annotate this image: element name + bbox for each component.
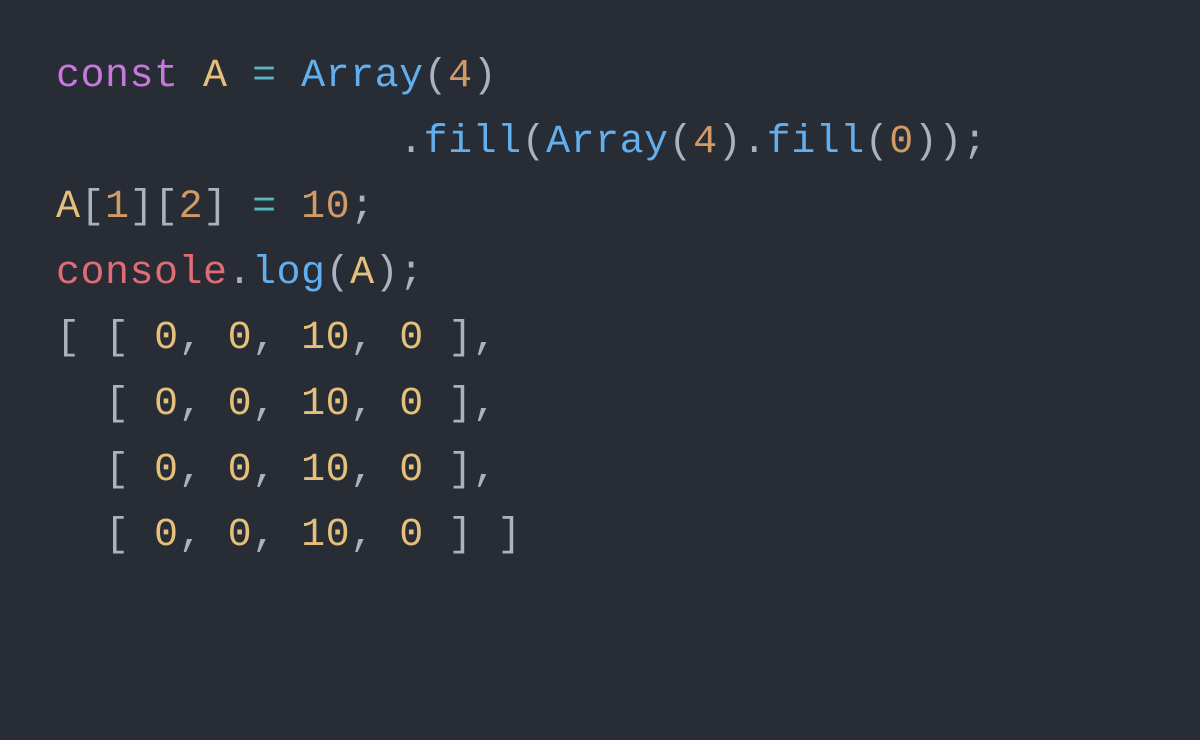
paren-close: ) bbox=[473, 54, 498, 99]
dot: . bbox=[742, 120, 767, 165]
fn-log: log bbox=[252, 251, 326, 296]
bracket-open: [ bbox=[81, 185, 106, 230]
paren-open: ( bbox=[865, 120, 890, 165]
identifier-A: A bbox=[203, 54, 228, 99]
fn-fill: fill bbox=[424, 120, 522, 165]
keyword-const: const bbox=[56, 54, 179, 99]
operator-assign: = bbox=[252, 185, 277, 230]
paren-open: ( bbox=[424, 54, 449, 99]
number-4: 4 bbox=[693, 120, 718, 165]
identifier-console: console bbox=[56, 251, 228, 296]
fn-array: Array bbox=[546, 120, 669, 165]
number-1: 1 bbox=[105, 185, 130, 230]
dot: . bbox=[399, 120, 424, 165]
identifier-A: A bbox=[350, 251, 375, 296]
paren-close: ) bbox=[375, 251, 400, 296]
bracket-close: ] bbox=[203, 185, 228, 230]
operator-assign: = bbox=[252, 54, 277, 99]
semicolon: ; bbox=[350, 185, 375, 230]
number-2: 2 bbox=[179, 185, 204, 230]
paren-close: ) bbox=[914, 120, 939, 165]
paren-open: ( bbox=[669, 120, 694, 165]
paren-open: ( bbox=[326, 251, 351, 296]
identifier-A: A bbox=[56, 185, 81, 230]
bracket-open: [ bbox=[154, 185, 179, 230]
semicolon: ; bbox=[399, 251, 424, 296]
fn-fill: fill bbox=[767, 120, 865, 165]
number-4: 4 bbox=[448, 54, 473, 99]
paren-close: ) bbox=[938, 120, 963, 165]
dot: . bbox=[228, 251, 253, 296]
console-output: [ [ 0, 0, 10, 0 ], [ 0, 0, 10, 0 ], [ 0,… bbox=[56, 316, 522, 558]
fn-array: Array bbox=[301, 54, 424, 99]
paren-open: ( bbox=[522, 120, 547, 165]
number-10: 10 bbox=[301, 185, 350, 230]
code-block: const A = Array(4) .fill(Array(4).fill(0… bbox=[0, 0, 1200, 613]
paren-close: ) bbox=[718, 120, 743, 165]
semicolon: ; bbox=[963, 120, 988, 165]
indent bbox=[56, 120, 399, 165]
number-0: 0 bbox=[889, 120, 914, 165]
bracket-close: ] bbox=[130, 185, 155, 230]
